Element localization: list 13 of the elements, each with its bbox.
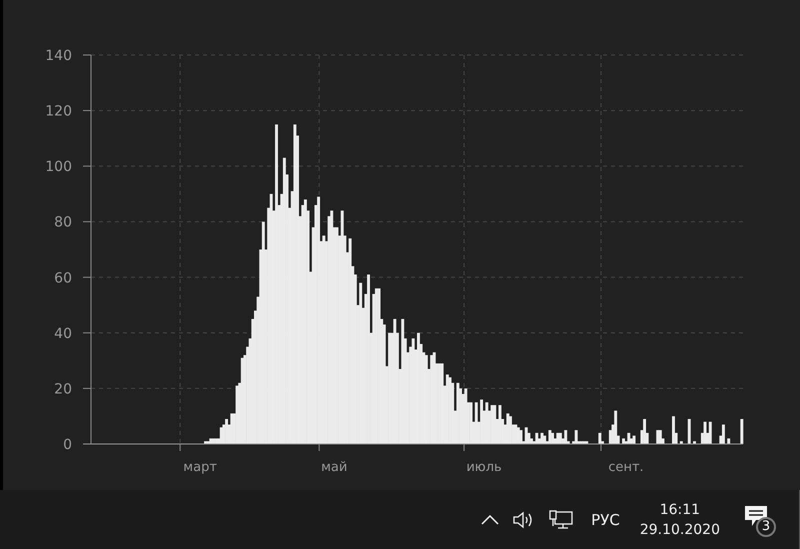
- y-tick-label: 80: [54, 214, 72, 231]
- y-tick-label: 60: [54, 270, 72, 286]
- x-tick-label: май: [321, 460, 348, 475]
- y-tick-label: 40: [54, 326, 72, 342]
- x-tick-label: сент.: [608, 460, 644, 475]
- y-tick-label: 20: [54, 381, 72, 398]
- y-tick-label: 100: [45, 159, 72, 176]
- x-tick-label: март: [183, 460, 217, 475]
- y-tick-label: 0: [63, 437, 72, 453]
- y-tick-label: 140: [45, 48, 72, 64]
- notification-count: 3: [756, 516, 776, 536]
- x-tick-label: июль: [466, 460, 502, 475]
- y-tick-label: 120: [45, 104, 72, 120]
